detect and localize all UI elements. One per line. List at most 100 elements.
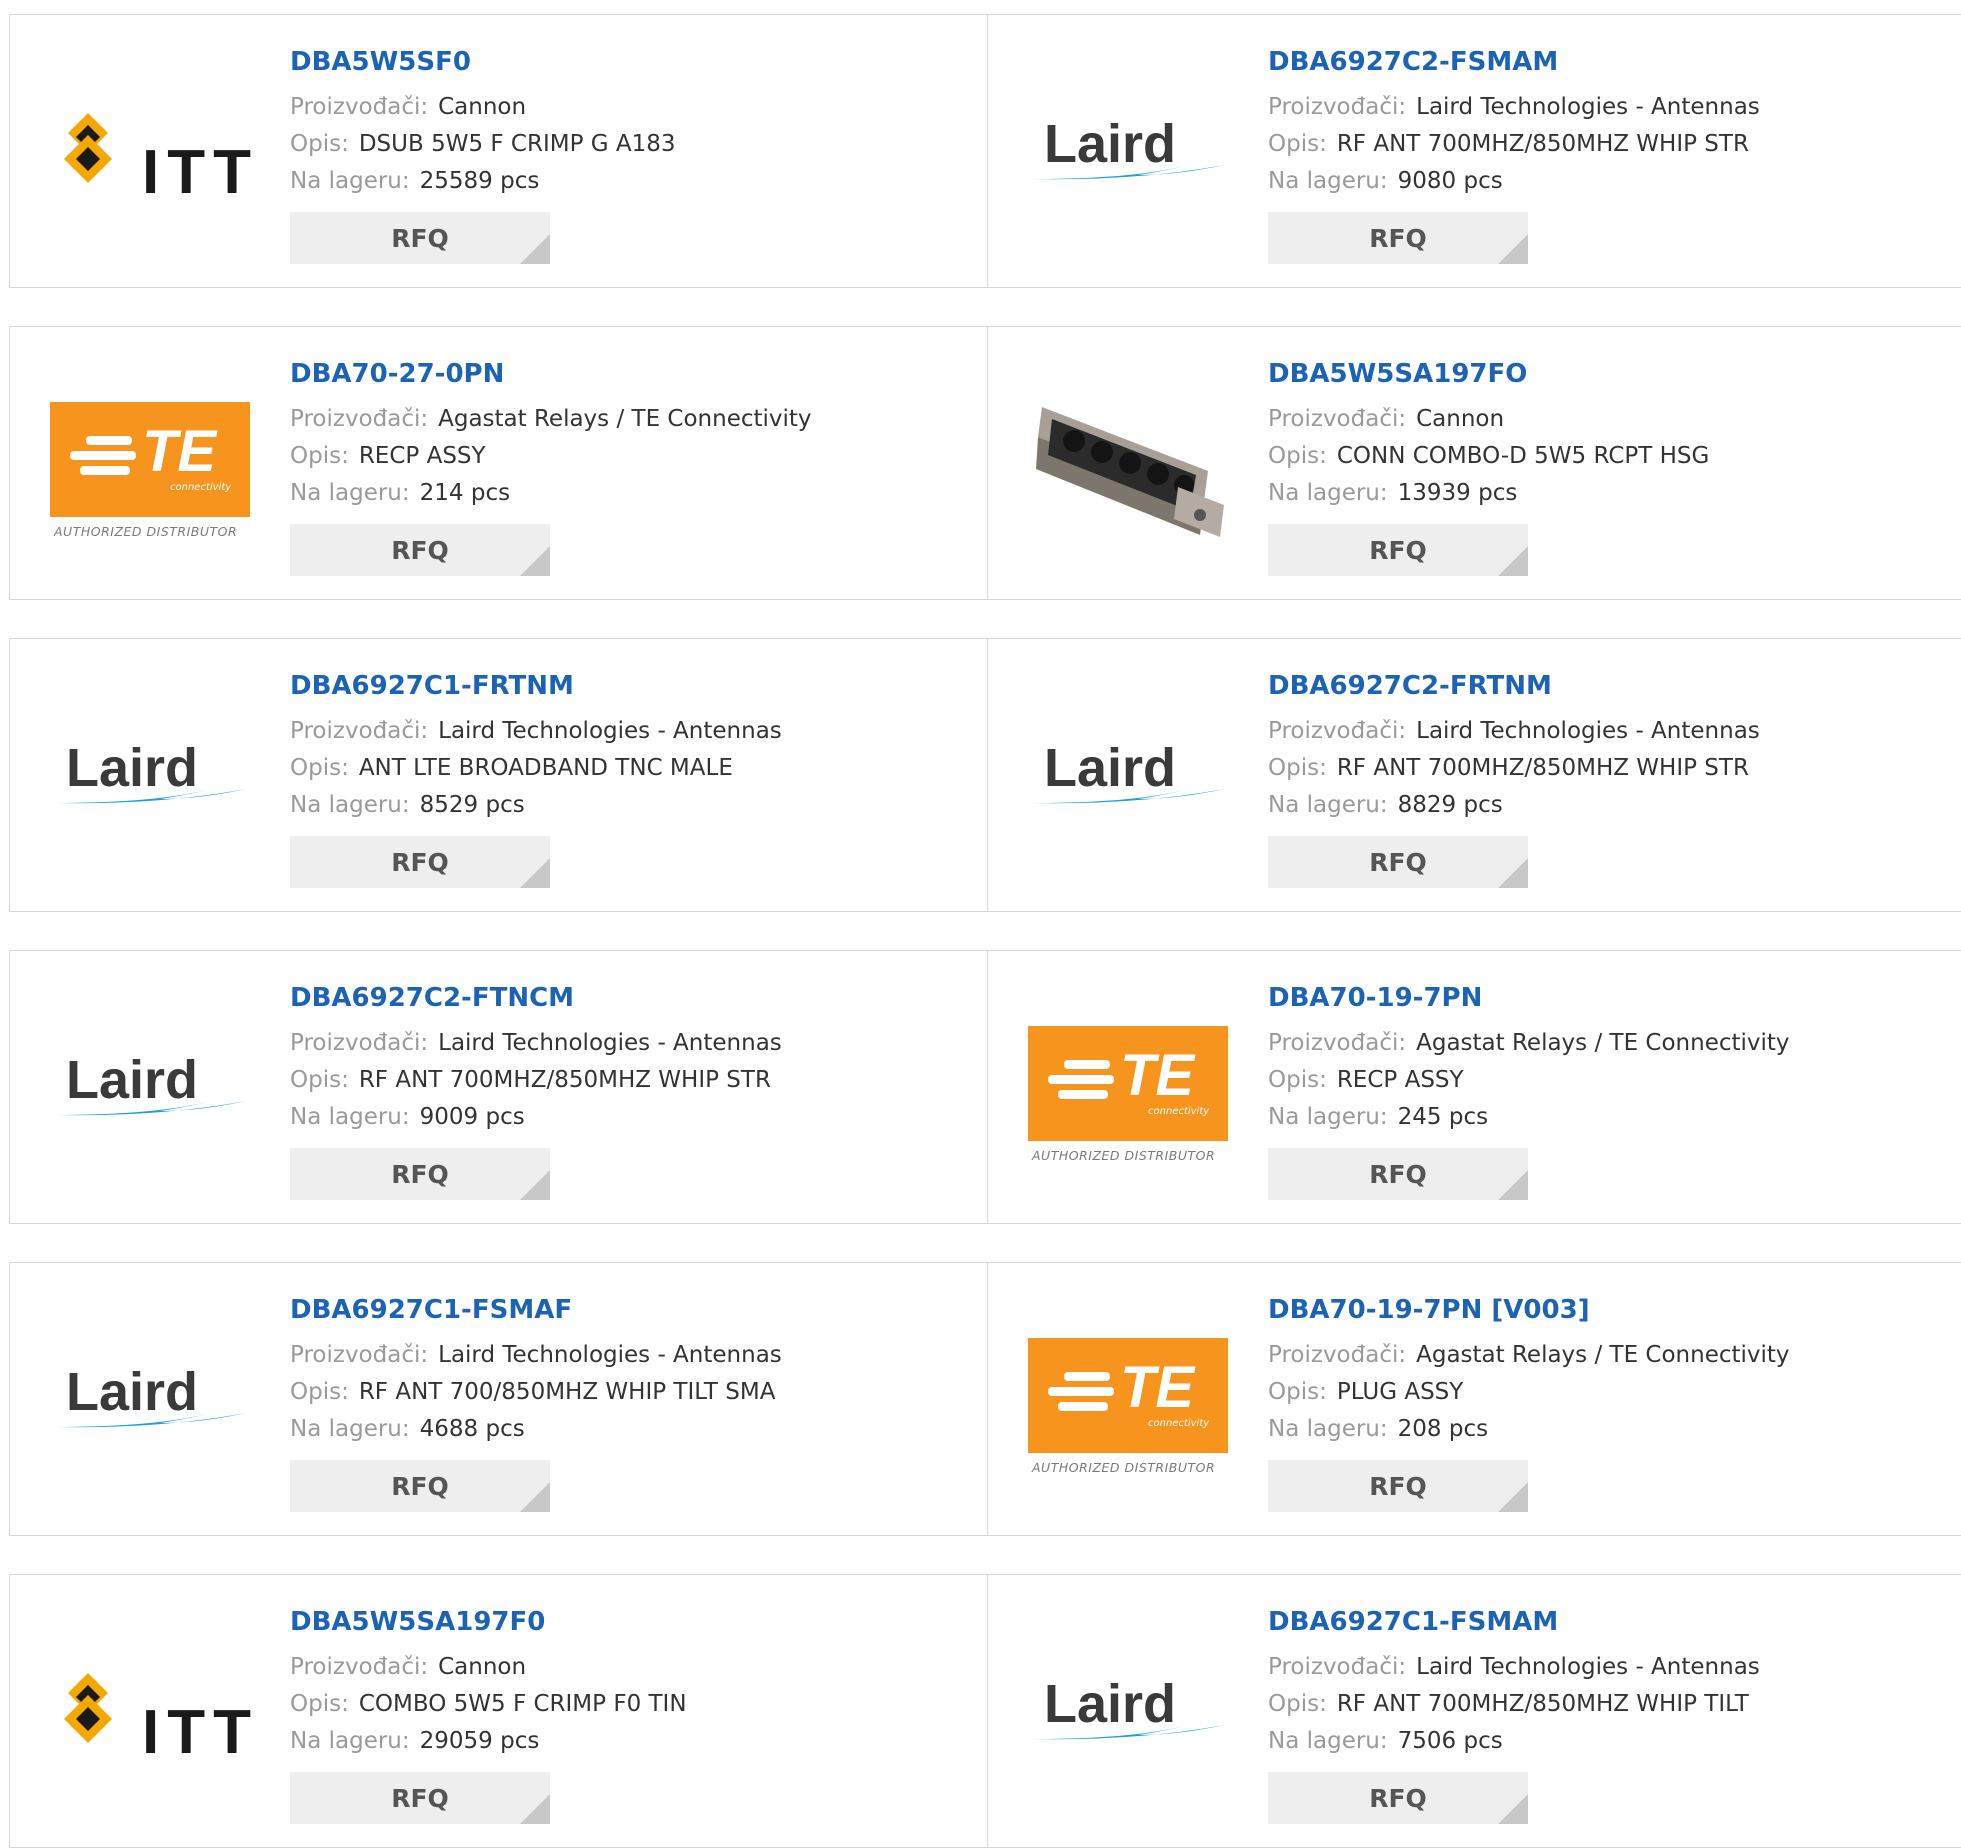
product-info: DBA5W5SA197FO Proizvođači: Cannon Opis: CONN… [1268, 357, 1709, 576]
product-info: DBA5W5SA197F0 Proizvođači: Cannon Opis: COMB… [290, 1605, 687, 1824]
rfq-button[interactable]: RFQ [290, 836, 550, 888]
manufacturer-value: Laird Technologies - Antennas [1416, 94, 1760, 120]
description-label: Opis: [1268, 1067, 1327, 1093]
itt-logo: ITT [50, 95, 251, 215]
description-line: Opis: ANT LTE BROADBAND TNC MALE [290, 750, 782, 787]
part-number-link[interactable]: DBA5W5SA197FO [1268, 357, 1709, 391]
itt-logo-text: ITT [142, 1698, 259, 1767]
part-number-link[interactable]: DBA6927C2-FTNCM [290, 981, 782, 1015]
manufacturer-line: Proizvođači: Laird Technologies - Antenna… [290, 1025, 782, 1062]
manufacturer-logo: Laird [1028, 679, 1228, 879]
stock-value: 8829 pcs [1397, 792, 1503, 818]
te-logo: TE connectivity AUTHORIZED DISTRIBUTOR [50, 392, 250, 542]
description-line: Opis: DSUB 5W5 F CRIMP G A183 [290, 126, 676, 163]
rfq-button[interactable]: RFQ [1268, 212, 1528, 264]
part-number-link[interactable]: DBA70-19-7PN [1268, 981, 1790, 1015]
rfq-button[interactable]: RFQ [1268, 1460, 1528, 1512]
stock-line: Na lageru: 245 pcs [1268, 1099, 1790, 1136]
description-value: RF ANT 700MHZ/850MHZ WHIP TILT [1336, 1691, 1749, 1717]
stock-value: 214 pcs [419, 480, 511, 506]
description-label: Opis: [290, 1379, 349, 1405]
description-value: RF ANT 700/850MHZ WHIP TILT SMA [358, 1379, 776, 1405]
stock-label: Na lageru: [290, 1416, 410, 1442]
part-number-link[interactable]: DBA6927C1-FSMAM [1268, 1605, 1760, 1639]
stock-value: 9009 pcs [419, 1104, 525, 1130]
manufacturer-value: Agastat Relays / TE Connectivity [1416, 1342, 1790, 1368]
stock-value: 4688 pcs [419, 1416, 525, 1442]
stock-value: 13939 pcs [1397, 480, 1518, 506]
part-number-link[interactable]: DBA5W5SF0 [290, 45, 676, 79]
description-label: Opis: [290, 131, 349, 157]
rfq-button[interactable]: RFQ [1268, 524, 1528, 576]
manufacturer-label: Proizvođači: [290, 1342, 429, 1368]
product-card: ITT DBA5W5SF0 Proizvođači: Cannon Opis: DSUB … [10, 15, 988, 287]
rfq-button[interactable]: RFQ [290, 1772, 550, 1824]
part-number-link[interactable]: DBA6927C2-FRTNM [1268, 669, 1760, 703]
product-row: Laird DBA6927C1-FSMAF Proizvođači: Laird Te… [9, 1262, 1961, 1536]
manufacturer-value: Cannon [438, 94, 527, 120]
manufacturer-label: Proizvođači: [1268, 1342, 1407, 1368]
stock-label: Na lageru: [1268, 1728, 1388, 1754]
product-row: Laird DBA6927C1-FRTNM Proizvođači: Laird Te… [9, 638, 1961, 912]
product-info: DBA70-19-7PN [V003] Proizvođači: Agastat R… [1268, 1293, 1790, 1512]
product-card: TE connectivity AUTHORIZED DISTRIBUTOR DBA7… [988, 1263, 1961, 1535]
manufacturer-line: Proizvođači: Laird Technologies - Antenna… [290, 1337, 782, 1374]
product-info: DBA6927C1-FRTNM Proizvođači: Laird Technol… [290, 669, 782, 888]
manufacturer-label: Proizvođači: [1268, 1030, 1407, 1056]
laird-logo: Laird [1028, 719, 1228, 839]
manufacturer-logo: Laird [50, 991, 250, 1191]
product-card: Laird DBA6927C1-FSMAF Proizvođači: Laird Te… [10, 1263, 988, 1535]
connector-image [1028, 367, 1228, 567]
description-label: Opis: [290, 1067, 349, 1093]
stock-line: Na lageru: 13939 pcs [1268, 475, 1709, 512]
rfq-button[interactable]: RFQ [290, 1148, 550, 1200]
manufacturer-label: Proizvođači: [290, 406, 429, 432]
part-number-link[interactable]: DBA70-19-7PN [V003] [1268, 1293, 1790, 1327]
stock-value: 25589 pcs [419, 168, 540, 194]
manufacturer-label: Proizvođači: [290, 1654, 429, 1680]
manufacturer-value: Agastat Relays / TE Connectivity [1416, 1030, 1790, 1056]
description-line: Opis: RF ANT 700MHZ/850MHZ WHIP STR [1268, 126, 1760, 163]
te-authorized-text: AUTHORIZED DISTRIBUTOR [1032, 1148, 1216, 1163]
stock-label: Na lageru: [290, 1728, 410, 1754]
rfq-button[interactable]: RFQ [1268, 836, 1528, 888]
part-number-link[interactable]: DBA6927C2-FSMAM [1268, 45, 1760, 79]
part-number-link[interactable]: DBA6927C1-FSMAF [290, 1293, 782, 1327]
part-number-link[interactable]: DBA5W5SA197F0 [290, 1605, 687, 1639]
te-logo-text: TE [142, 419, 217, 484]
product-card: Laird DBA6927C1-FSMAM Proizvođači: Laird Te… [988, 1575, 1961, 1847]
description-value: RECP ASSY [1336, 1067, 1464, 1093]
product-card: Laird DBA6927C1-FRTNM Proizvođači: Laird Te… [10, 639, 988, 911]
manufacturer-value: Laird Technologies - Antennas [438, 1030, 782, 1056]
description-value: PLUG ASSY [1336, 1379, 1464, 1405]
rfq-button[interactable]: RFQ [1268, 1772, 1528, 1824]
product-card: DBA5W5SA197FO Proizvođači: Cannon Opis: CONN… [988, 327, 1961, 599]
product-card: ITT DBA5W5SA197F0 Proizvođači: Cannon Opis: C… [10, 1575, 988, 1847]
part-number-link[interactable]: DBA6927C1-FRTNM [290, 669, 782, 703]
manufacturer-line: Proizvođači: Agastat Relays / TE Connecti… [1268, 1025, 1790, 1062]
laird-logo: Laird [1028, 1655, 1228, 1775]
stock-value: 245 pcs [1397, 1104, 1489, 1130]
stock-line: Na lageru: 29059 pcs [290, 1723, 687, 1760]
stock-value: 9080 pcs [1397, 168, 1503, 194]
manufacturer-value: Cannon [1416, 406, 1505, 432]
description-line: Opis: RF ANT 700MHZ/850MHZ WHIP STR [290, 1062, 782, 1099]
product-card: Laird DBA6927C2-FRTNM Proizvođači: Laird Te… [988, 639, 1961, 911]
rfq-button[interactable]: RFQ [290, 524, 550, 576]
rfq-button[interactable]: RFQ [1268, 1148, 1528, 1200]
rfq-button[interactable]: RFQ [290, 1460, 550, 1512]
description-value: RF ANT 700MHZ/850MHZ WHIP STR [1336, 131, 1749, 157]
manufacturer-logo: ITT [50, 55, 251, 255]
product-row: ITT DBA5W5SA197F0 Proizvođači: Cannon Opis: C… [9, 1574, 1961, 1848]
stock-label: Na lageru: [290, 1104, 410, 1130]
manufacturer-line: Proizvođači: Laird Technologies - Antenna… [1268, 1649, 1760, 1686]
description-value: ANT LTE BROADBAND TNC MALE [358, 755, 733, 781]
part-number-link[interactable]: DBA70-27-0PN [290, 357, 812, 391]
product-card: Laird DBA6927C2-FTNCM Proizvođači: Laird Te… [10, 951, 988, 1223]
description-label: Opis: [1268, 1379, 1327, 1405]
rfq-button[interactable]: RFQ [290, 212, 550, 264]
stock-label: Na lageru: [1268, 1416, 1388, 1442]
manufacturer-line: Proizvođači: Cannon [1268, 401, 1709, 438]
manufacturer-line: Proizvođači: Agastat Relays / TE Connecti… [290, 401, 812, 438]
description-line: Opis: RECP ASSY [290, 438, 812, 475]
